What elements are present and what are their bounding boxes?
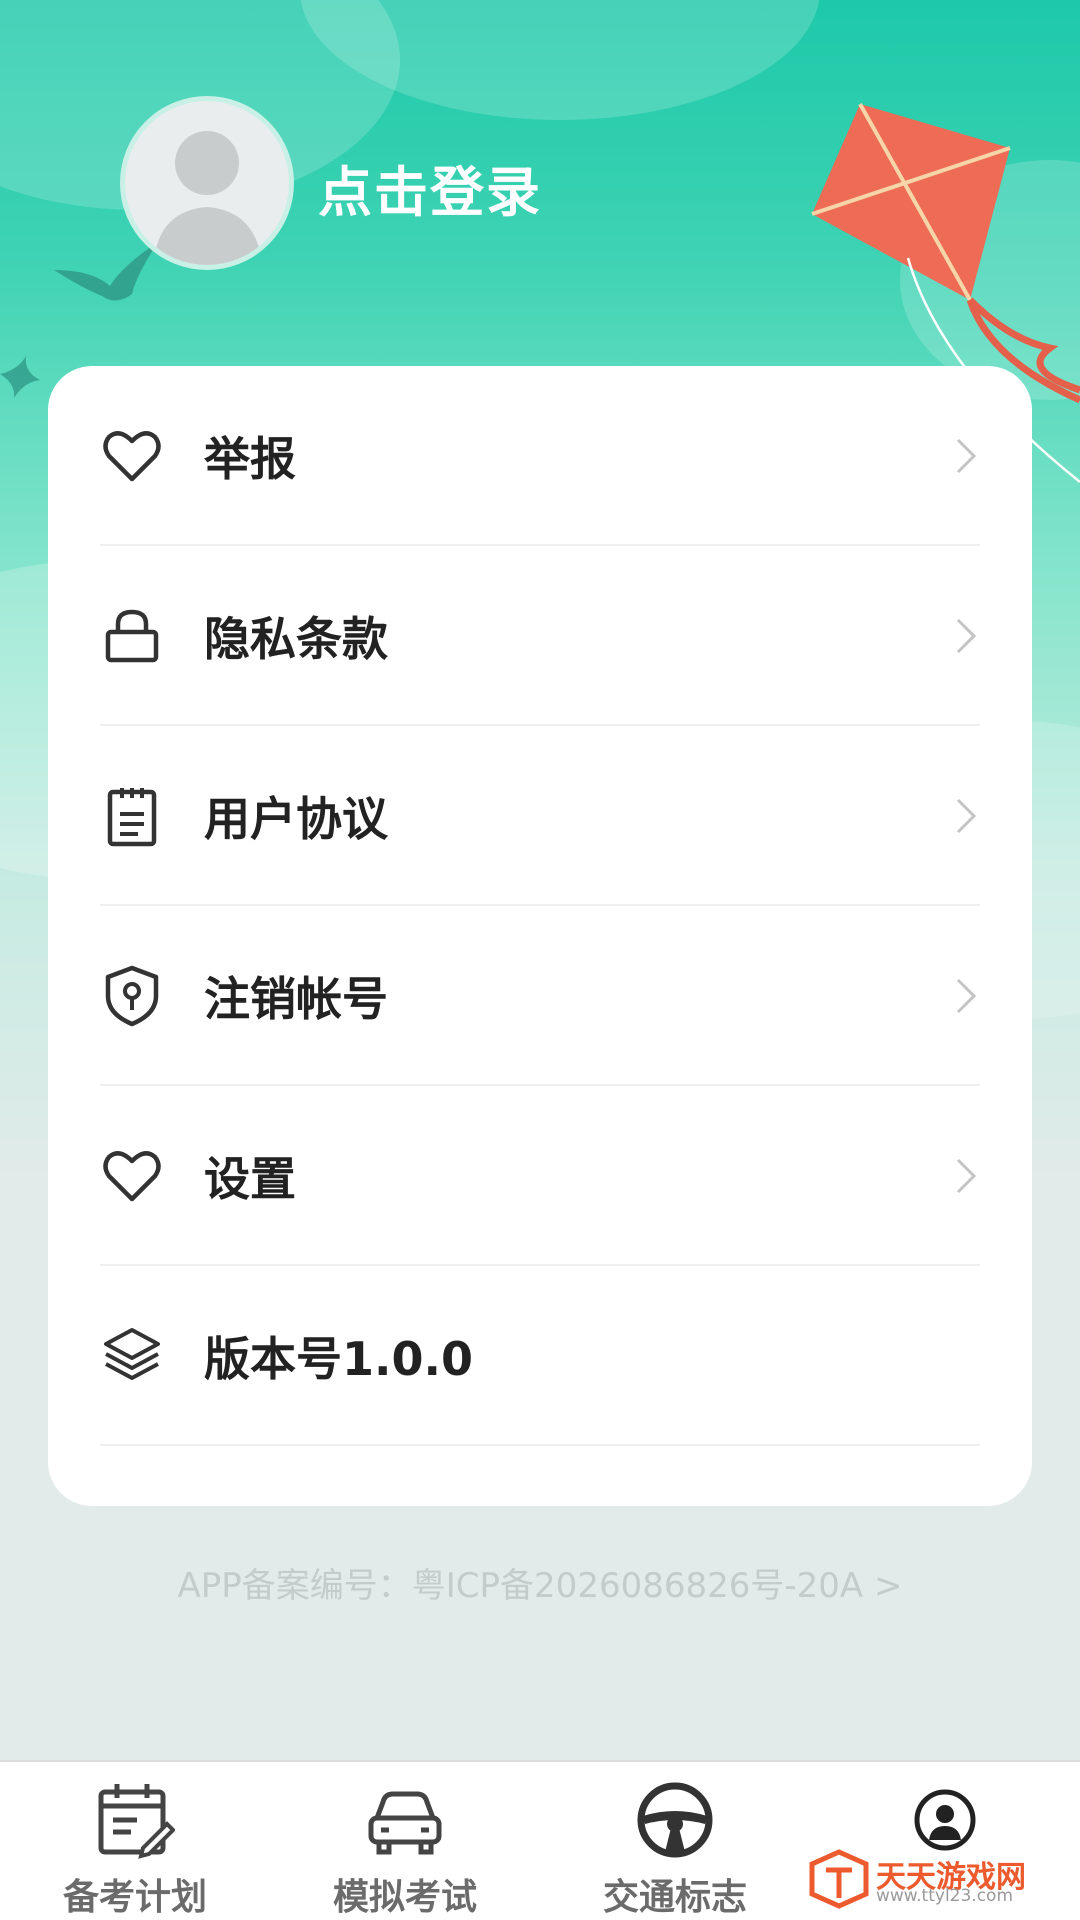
- chevron-right-icon: [956, 1158, 977, 1194]
- swallow-bird-icon: [0, 356, 40, 398]
- shield-keyhole-icon: [100, 964, 164, 1028]
- chevron-right-icon: [956, 978, 977, 1014]
- menu-item-version: 版本号1.0.0: [100, 1266, 980, 1446]
- version-label: 版本号1.0.0: [204, 1332, 473, 1386]
- tab-label: 交通标志: [602, 1877, 747, 1918]
- heart-icon: [100, 424, 164, 488]
- tab-traffic-signs[interactable]: 交通标志: [540, 1762, 810, 1920]
- profile-icon: [914, 1789, 976, 1851]
- tab-study-plan[interactable]: 备考计划: [0, 1762, 270, 1920]
- menu-item-user-agreement[interactable]: 用户协议: [100, 726, 980, 906]
- avatar[interactable]: [120, 96, 294, 270]
- steering-wheel-icon: [637, 1782, 713, 1858]
- heart-icon: [100, 1144, 164, 1208]
- icp-record-link[interactable]: APP备案编号：粤ICP备2026086826号-20A >: [0, 1558, 1080, 1607]
- menu-item-label: 设置: [204, 1152, 296, 1206]
- car-icon: [368, 1791, 442, 1855]
- watermark-logo-icon: [809, 1849, 869, 1909]
- calendar-edit-icon: [98, 1784, 175, 1859]
- login-link[interactable]: 点击登录: [318, 148, 542, 227]
- lock-icon: [100, 604, 164, 668]
- menu-item-delete-account[interactable]: 注销帐号: [100, 906, 980, 1086]
- menu-item-label: 举报: [204, 432, 296, 486]
- watermark-url: www.ttyl23.com: [876, 1886, 1014, 1906]
- menu-item-report[interactable]: 举报: [100, 366, 980, 546]
- chevron-right-icon: [956, 438, 977, 474]
- tab-label: 模拟考试: [332, 1877, 477, 1918]
- tab-mock-exam[interactable]: 模拟考试: [270, 1762, 540, 1920]
- tab-label: 备考计划: [62, 1877, 207, 1918]
- menu-item-privacy[interactable]: 隐私条款: [100, 546, 980, 726]
- menu-item-label: 用户协议: [204, 792, 388, 846]
- layers-icon: [100, 1324, 164, 1388]
- divider: [100, 1444, 980, 1446]
- chevron-right-icon: [956, 798, 977, 834]
- menu-item-label: 注销帐号: [204, 972, 388, 1026]
- menu-item-label: 隐私条款: [204, 612, 388, 666]
- menu-item-settings[interactable]: 设置: [100, 1086, 980, 1266]
- chevron-right-icon: [956, 618, 977, 654]
- document-icon: [100, 784, 164, 848]
- settings-card: 举报 隐私条款 用户协议 注销帐号 设置 版本号1.0.0: [48, 366, 1032, 1506]
